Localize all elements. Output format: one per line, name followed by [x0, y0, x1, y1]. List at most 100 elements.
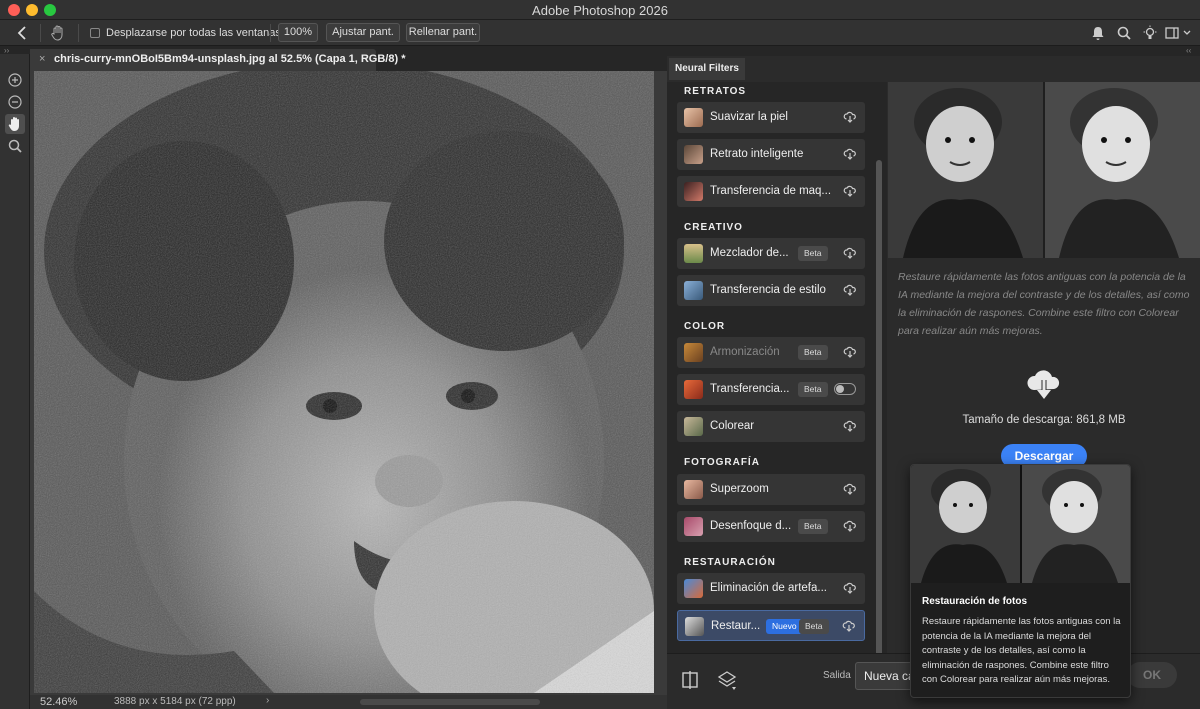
window-title: Adobe Photoshop 2026 [532, 3, 668, 18]
filter-label: Restaur... [711, 620, 761, 632]
filter-item-photo-restoration[interactable]: Restaur... Nuevo Beta [677, 610, 865, 641]
filter-item-smart-portrait[interactable]: Retrato inteligente [677, 139, 865, 170]
filter-list: RETRATOS Suavizar la piel Retrato inteli… [667, 82, 887, 672]
document-photo [34, 71, 654, 693]
workspace-layout-icon[interactable] [1164, 25, 1180, 41]
document-tab-title: chris-curry-mnOBoI5Bm94-unsplash.jpg al … [54, 53, 406, 65]
back-chevron-icon[interactable] [14, 24, 32, 42]
ok-button[interactable]: OK [1127, 662, 1177, 688]
filter-thumbnail [685, 617, 704, 636]
cloud-download-icon[interactable] [843, 283, 857, 297]
hand-tool-icon[interactable] [5, 114, 25, 134]
magnifier-tool-icon[interactable] [5, 136, 25, 156]
filter-thumbnail [684, 417, 703, 436]
zoom-100-button[interactable]: 100% [278, 23, 318, 42]
fit-screen-button[interactable]: Ajustar pant. [326, 23, 400, 42]
filter-item-colorize[interactable]: Colorear [677, 411, 865, 442]
cloud-download-icon[interactable] [843, 184, 857, 198]
filter-item-landscape-mixer[interactable]: Mezclador de... Beta [677, 238, 865, 269]
filter-thumbnail [684, 517, 703, 536]
filter-label: Superzoom [710, 483, 769, 495]
zoom-in-icon[interactable] [5, 70, 25, 90]
category-heading: RETRATOS [684, 86, 747, 97]
beta-badge: Beta [798, 519, 828, 534]
cloud-download-icon[interactable] [843, 147, 857, 161]
cloud-download-icon[interactable] [843, 519, 857, 533]
canvas-horizontal-scrollbar[interactable] [360, 699, 540, 705]
filter-label: Eliminación de artefa... [710, 582, 827, 594]
filter-item-color-transfer[interactable]: Transferencia... Beta [677, 374, 865, 405]
close-tab-icon[interactable]: × [39, 53, 45, 65]
filter-label: Retrato inteligente [710, 148, 804, 160]
scroll-all-windows-label: Desplazarse por todas las ventanas [106, 27, 281, 39]
category-heading: COLOR [684, 321, 726, 332]
filter-label: Desenfoque d... [710, 520, 792, 532]
tooltip-text: Restaure rápidamente las fotos antiguas … [922, 616, 1121, 685]
filter-thumbnail [684, 145, 703, 164]
filter-item-depth-blur[interactable]: Desenfoque d... Beta [677, 511, 865, 542]
layers-icon[interactable] [715, 668, 739, 692]
scroll-all-windows-checkbox[interactable] [90, 28, 100, 38]
category-heading: RESTAURACIÓN [684, 557, 776, 568]
filter-item-harmonization[interactable]: Armonización Beta [677, 337, 865, 368]
beta-badge: Beta [798, 246, 828, 261]
new-badge: Nuevo [766, 619, 803, 634]
category-heading: FOTOGRAFÍA [684, 457, 760, 468]
filter-toggle[interactable] [834, 383, 856, 395]
beta-badge: Beta [799, 619, 829, 634]
cloud-download-icon[interactable] [843, 345, 857, 359]
cloud-download-icon[interactable] [843, 246, 857, 260]
filter-thumbnail [684, 343, 703, 362]
filter-label: Armonización [710, 346, 780, 358]
filter-thumbnail [684, 579, 703, 598]
filter-thumbnail [684, 380, 703, 399]
fill-screen-button[interactable]: Rellenar pant. [406, 23, 480, 42]
preview-split-icon[interactable] [678, 668, 702, 692]
filter-item-jpeg-artifacts[interactable]: Eliminación de artefa... [677, 573, 865, 604]
chevron-down-icon[interactable] [1182, 25, 1192, 41]
hand-tool-icon[interactable] [48, 23, 68, 43]
tools-panel [0, 54, 30, 709]
bell-icon[interactable] [1090, 25, 1106, 41]
filter-thumbnail [684, 480, 703, 499]
filter-thumbnail [684, 281, 703, 300]
cloud-download-icon[interactable] [843, 581, 857, 595]
filter-label: Suavizar la piel [710, 111, 788, 123]
filter-label: Transferencia... [710, 383, 790, 395]
lightbulb-icon[interactable] [1142, 25, 1158, 41]
status-menu-arrow[interactable]: › [266, 695, 269, 706]
tools-collapse-icon[interactable]: ›› [4, 46, 9, 55]
filter-label: Mezclador de... [710, 247, 789, 259]
filter-preview-image [888, 82, 1200, 258]
canvas-area[interactable] [30, 71, 691, 695]
zoom-level[interactable]: 52.46% [40, 696, 77, 708]
cloud-download-icon[interactable] [843, 110, 857, 124]
filter-description: Restaure rápidamente las fotos antiguas … [898, 271, 1190, 337]
filter-item-makeup-transfer[interactable]: Transferencia de maq... [677, 176, 865, 207]
download-size: Tamaño de descarga: 861,8 MB [962, 414, 1126, 426]
filter-list-scrollbar[interactable] [876, 160, 882, 666]
filter-thumbnail [684, 182, 703, 201]
search-icon[interactable] [1116, 25, 1132, 41]
panels-collapse-icon[interactable]: ‹‹ [1186, 46, 1191, 55]
beta-badge: Beta [798, 345, 828, 360]
neural-filters-tab[interactable]: Neural Filters [669, 58, 745, 80]
divider [40, 24, 41, 42]
filter-item-smooth-skin[interactable]: Suavizar la piel [677, 102, 865, 133]
cloud-download-icon [1027, 370, 1060, 399]
filter-thumbnail [684, 244, 703, 263]
zoom-out-icon[interactable] [5, 92, 25, 112]
document-dimensions: 3888 px x 5184 px (72 ppp) [114, 696, 236, 707]
status-bar: 52.46% 3888 px x 5184 px (72 ppp) › [30, 695, 667, 709]
filter-thumbnail [684, 108, 703, 127]
tooltip-preview-image [911, 465, 1130, 583]
cloud-download-icon[interactable] [842, 619, 856, 633]
beta-badge: Beta [798, 382, 828, 397]
filter-tooltip: Restauración de fotos Restaure rápidamen… [910, 464, 1131, 698]
filter-item-superzoom[interactable]: Superzoom [677, 474, 865, 505]
filter-item-style-transfer[interactable]: Transferencia de estilo [677, 275, 865, 306]
cloud-download-icon[interactable] [843, 419, 857, 433]
document-tab[interactable]: × chris-curry-mnOBoI5Bm94-unsplash.jpg a… [30, 49, 405, 71]
filter-label: Colorear [710, 420, 755, 432]
cloud-download-icon[interactable] [843, 482, 857, 496]
